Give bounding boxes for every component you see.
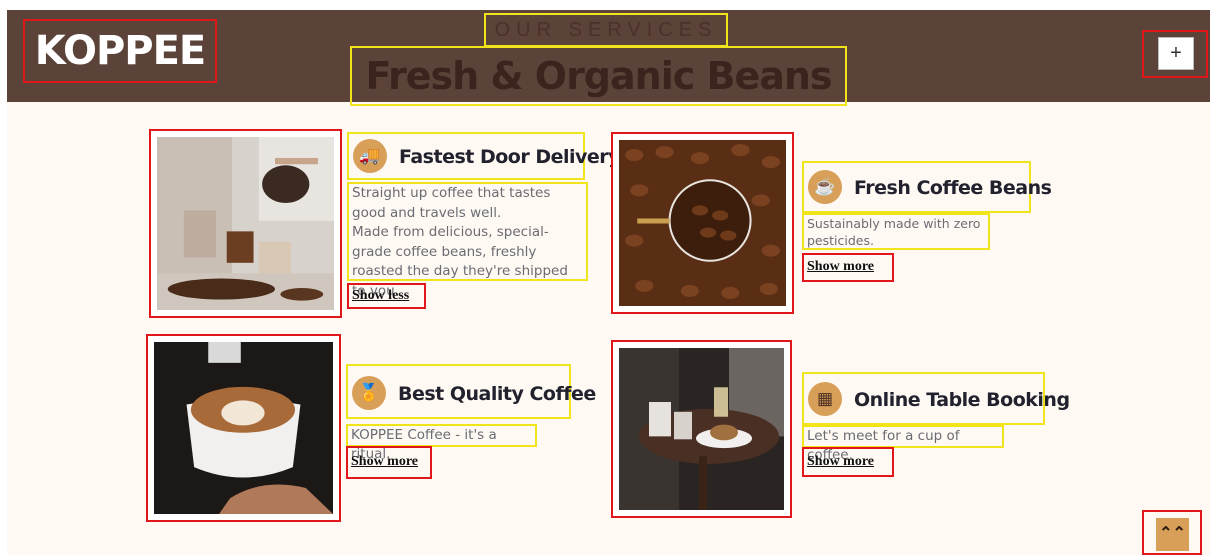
service-booking-header: ▦ Online Table Booking xyxy=(802,372,1070,425)
coffee-beans-photo xyxy=(619,140,786,306)
show-more-link[interactable]: Show more xyxy=(802,447,894,477)
service-title: Online Table Booking xyxy=(854,389,1070,411)
show-more-link[interactable]: Show more xyxy=(346,446,432,479)
latte-art-photo xyxy=(154,342,333,514)
service-quality-header: 🏅 Best Quality Coffee xyxy=(346,364,596,419)
service-title: Best Quality Coffee xyxy=(398,383,596,405)
coffee-cup-icon: ☕ xyxy=(808,170,842,204)
description-line: Straight up coffee that tastes good and … xyxy=(352,185,551,221)
header: KOPPEE OUR SERVICES Fresh & Organic Bean… xyxy=(7,10,1210,106)
award-icon: 🏅 xyxy=(352,376,386,410)
service-description: Let's meet for a cup of coffee. xyxy=(802,425,1004,463)
booking-image xyxy=(611,340,792,518)
service-title: Fresh Coffee Beans xyxy=(854,177,1052,199)
show-more-link[interactable]: Show more xyxy=(802,253,894,282)
coffee-pour-photo xyxy=(157,137,334,310)
service-beans-header: ☕ Fresh Coffee Beans xyxy=(802,161,1052,213)
delivery-image xyxy=(149,129,342,318)
menu-toggle[interactable]: + xyxy=(1142,30,1208,78)
back-to-top[interactable]: ⌃⌃ xyxy=(1142,510,1202,555)
beans-image xyxy=(611,132,794,314)
service-delivery-header: 🚚 Fastest Door Delivery xyxy=(347,132,621,180)
service-title: Fastest Door Delivery xyxy=(399,146,621,168)
page: KOPPEE OUR SERVICES Fresh & Organic Bean… xyxy=(7,10,1210,555)
quality-image xyxy=(146,334,341,522)
truck-icon: 🚚 xyxy=(353,139,387,173)
section-title: Fresh & Organic Beans xyxy=(350,46,847,106)
show-less-link[interactable]: Show less xyxy=(347,283,426,309)
brand-logo[interactable]: KOPPEE xyxy=(23,19,217,83)
section-kicker: OUR SERVICES xyxy=(484,13,728,47)
service-description: KOPPEE Coffee - it's a ritual. xyxy=(346,424,537,462)
plus-button[interactable]: + xyxy=(1158,37,1194,70)
service-description: Sustainably made with zero pesticides. xyxy=(802,213,990,250)
service-description: Straight up coffee that tastes good and … xyxy=(347,182,588,299)
double-chevron-up-icon[interactable]: ⌃⌃ xyxy=(1156,518,1189,551)
table-icon: ▦ xyxy=(808,382,842,416)
cafe-table-photo xyxy=(619,348,784,510)
description-line: Sustainably made with zero pesticides. xyxy=(807,216,981,248)
